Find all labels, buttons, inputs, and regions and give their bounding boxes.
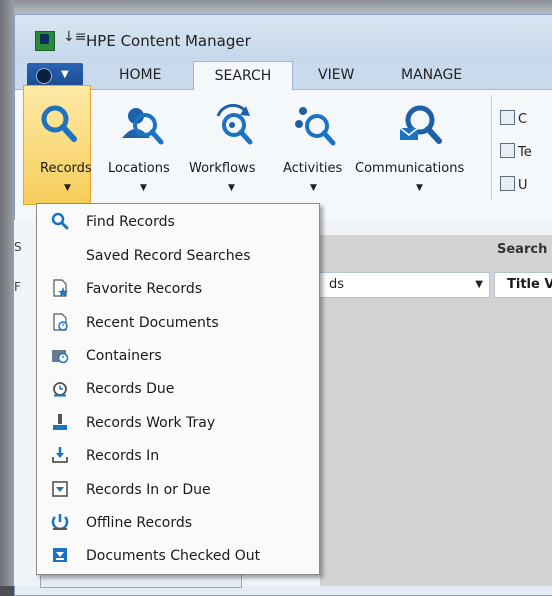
left-panel-label-2: F bbox=[14, 280, 21, 294]
record-type-combo[interactable]: ds ▼ bbox=[318, 272, 490, 298]
tab-home[interactable]: HOME bbox=[119, 67, 161, 83]
desktop-edge-top bbox=[0, 0, 552, 14]
tab-view[interactable]: VIEW bbox=[318, 67, 354, 83]
records-button[interactable] bbox=[23, 85, 91, 205]
workflows-label[interactable]: Workflows bbox=[189, 161, 255, 176]
tab-search[interactable]: SEARCH bbox=[193, 61, 293, 91]
inbox-due-icon bbox=[52, 481, 68, 497]
ribbon-separator bbox=[491, 95, 492, 200]
search-label: Search bbox=[497, 242, 548, 257]
locations-dropdown-arrow[interactable]: ▼ bbox=[140, 183, 147, 193]
activities-dropdown-arrow[interactable]: ▼ bbox=[310, 183, 317, 193]
work-tray-icon bbox=[53, 414, 67, 430]
communications-dropdown-arrow[interactable]: ▼ bbox=[416, 183, 423, 193]
alarm-icon bbox=[53, 382, 67, 397]
records-dropdown-arrow[interactable]: ▼ bbox=[64, 183, 71, 193]
communications-icon bbox=[399, 105, 442, 144]
menu-item-offline-records[interactable]: Offline Records bbox=[37, 507, 319, 539]
app-logo-icon bbox=[35, 31, 55, 51]
menu-item-records-in[interactable]: Records In bbox=[37, 440, 319, 472]
workflows-icon bbox=[216, 104, 253, 145]
tab-search-label: SEARCH bbox=[214, 68, 272, 84]
ribbon bbox=[15, 90, 552, 221]
ribbon-side-item-3[interactable]: U bbox=[500, 176, 528, 193]
search-icon bbox=[51, 212, 69, 230]
star-document-icon bbox=[53, 279, 68, 297]
menu-item-find-records[interactable]: Find Records bbox=[37, 206, 319, 238]
menu-item-favorite-records[interactable]: Favorite Records bbox=[37, 273, 319, 305]
record-type-combo-value: ds bbox=[329, 277, 345, 292]
container-icon bbox=[52, 350, 69, 364]
title-bar: ↓≡ HPE Content Manager bbox=[15, 15, 552, 59]
menu-item-documents-checked-out[interactable]: Documents Checked Out bbox=[37, 540, 319, 572]
left-panel-label: S bbox=[14, 240, 22, 254]
columns-icon bbox=[500, 110, 515, 125]
user-avatar-icon bbox=[36, 68, 52, 84]
chevron-down-icon: ▼ bbox=[61, 69, 69, 80]
user-icon bbox=[500, 176, 515, 191]
communications-label[interactable]: Communications bbox=[355, 161, 464, 176]
menu-item-recent-documents[interactable]: Recent Documents bbox=[37, 307, 319, 339]
clock-document-icon bbox=[53, 313, 68, 331]
search-icon bbox=[41, 105, 77, 142]
tab-manage[interactable]: MANAGE bbox=[401, 67, 462, 83]
menu-item-saved-record-searches[interactable]: Saved Record Searches bbox=[37, 240, 319, 272]
backstage-button[interactable]: ▼ bbox=[27, 63, 83, 87]
workflows-dropdown-arrow[interactable]: ▼ bbox=[228, 183, 235, 193]
records-dropdown-menu: Find Records Saved Record Searches Favor… bbox=[36, 203, 320, 575]
checked-out-icon bbox=[53, 548, 67, 562]
records-label: Records bbox=[40, 161, 92, 176]
desktop-edge-left bbox=[0, 0, 14, 586]
inbox-icon bbox=[52, 447, 68, 463]
ribbon-side-item-1[interactable]: C bbox=[500, 110, 527, 127]
menu-item-records-work-tray[interactable]: Records Work Tray bbox=[37, 407, 319, 439]
window-title: HPE Content Manager bbox=[86, 32, 251, 50]
chevron-down-icon: ▼ bbox=[475, 279, 483, 290]
locations-label[interactable]: Locations bbox=[108, 161, 170, 176]
ribbon-side-item-2[interactable]: Te bbox=[500, 143, 532, 160]
activities-icon bbox=[295, 107, 336, 146]
locations-icon bbox=[122, 108, 164, 145]
offline-icon bbox=[51, 514, 69, 531]
activities-label[interactable]: Activities bbox=[283, 161, 342, 176]
search-field-combo-value: Title V bbox=[507, 277, 552, 292]
pointer-icon bbox=[500, 143, 515, 158]
menu-item-records-in-or-due[interactable]: Records In or Due bbox=[37, 474, 319, 506]
search-field-combo[interactable]: Title V bbox=[494, 272, 552, 298]
quick-access-toolbar[interactable]: ↓≡ bbox=[63, 29, 86, 45]
menu-item-records-due[interactable]: Records Due bbox=[37, 373, 319, 405]
menu-item-containers[interactable]: Containers bbox=[37, 340, 319, 372]
